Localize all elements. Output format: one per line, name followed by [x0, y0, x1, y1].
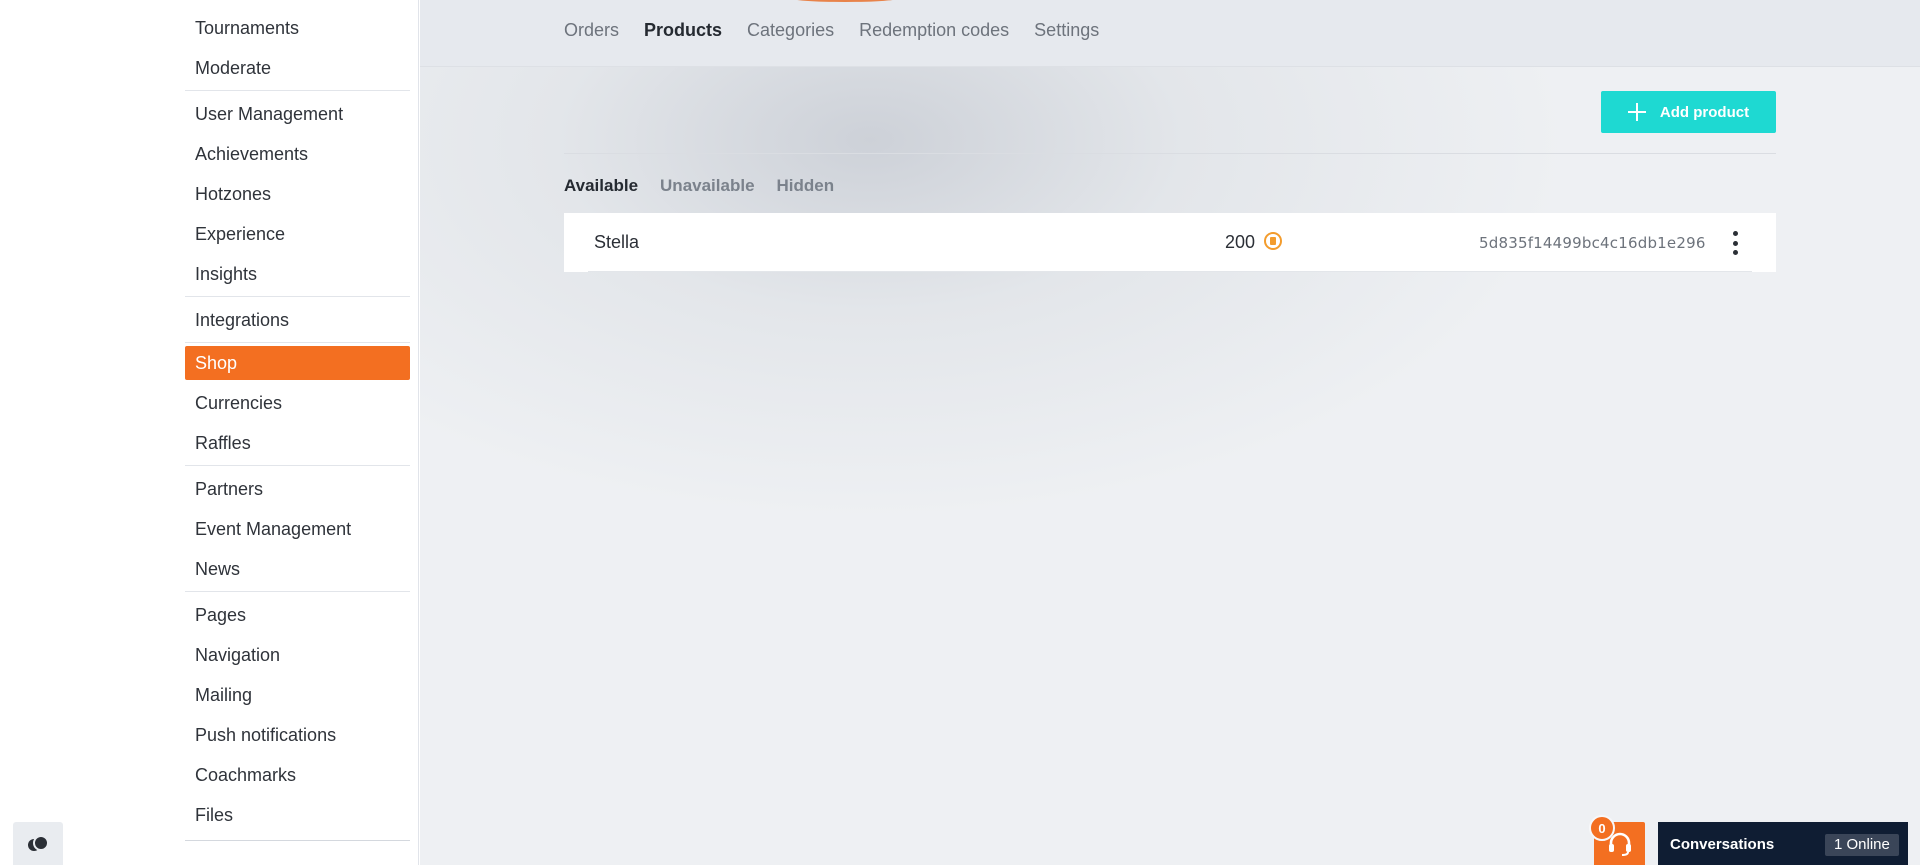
tab-redemption-codes[interactable]: Redemption codes	[859, 20, 1009, 41]
sidebar-item-user-management[interactable]: User Management	[185, 94, 410, 134]
coin-icon	[1264, 232, 1282, 250]
sidebar-item-push-notifications[interactable]: Push notifications	[185, 715, 410, 755]
sidebar-item-tournaments[interactable]: Tournaments	[185, 8, 410, 48]
row-divider	[588, 271, 1752, 272]
sidebar-item-currencies[interactable]: Currencies	[185, 383, 410, 423]
product-name: Stella	[594, 232, 640, 252]
availability-tabs: Available Unavailable Hidden	[564, 176, 834, 196]
tab-settings[interactable]: Settings	[1034, 20, 1099, 41]
sidebar-item-raffles[interactable]: Raffles	[185, 423, 410, 463]
sidebar-separator	[185, 591, 410, 592]
conversations-label: Conversations	[1670, 836, 1775, 853]
product-row[interactable]: Stella 200 5d835f14499bc4c16db1e296	[564, 213, 1776, 272]
add-product-button[interactable]: Add product	[1601, 91, 1776, 133]
sidebar-item-partners[interactable]: Partners	[185, 469, 410, 509]
sidebar-separator	[185, 296, 410, 297]
sidebar-nav: Tournaments Moderate User Management Achiev…	[185, 8, 410, 835]
add-product-label: Add product	[1659, 103, 1750, 121]
plus-icon	[1627, 103, 1646, 121]
tab-categories[interactable]: Categories	[747, 20, 834, 41]
sidebar-separator	[185, 342, 410, 343]
product-price: 200	[1225, 232, 1256, 252]
subtab-hidden[interactable]: Hidden	[777, 176, 835, 196]
subtab-available[interactable]: Available	[564, 176, 638, 196]
sidebar-item-hotzones[interactable]: Hotzones	[185, 174, 410, 214]
theme-toggle-icon	[28, 834, 49, 851]
product-id: 5d835f14499bc4c16db1e296	[1479, 234, 1706, 252]
sidebar-separator	[185, 465, 410, 466]
top-nav-bar: Orders Products Categories Redemption codes…	[420, 0, 1920, 67]
more-vertical-icon[interactable]	[1730, 231, 1740, 255]
sidebar-item-news[interactable]: News	[185, 549, 410, 589]
sidebar: Tournaments Moderate User Management Achiev…	[0, 0, 419, 865]
toolbar-divider	[564, 153, 1776, 154]
sidebar-item-coachmarks[interactable]: Coachmarks	[185, 755, 410, 795]
sidebar-item-mailing[interactable]: Mailing	[185, 675, 410, 715]
online-count-badge: 1 Online	[1825, 834, 1899, 856]
subtab-unavailable[interactable]: Unavailable	[660, 176, 755, 196]
tab-products[interactable]: Products	[644, 20, 722, 41]
sidebar-item-moderate[interactable]: Moderate	[185, 48, 410, 88]
top-accent-decoration	[790, 0, 900, 2]
main-content: Orders Products Categories Redemption codes…	[420, 0, 1920, 865]
theme-toggle-button[interactable]	[13, 822, 63, 865]
sidebar-item-navigation[interactable]: Navigation	[185, 635, 410, 675]
sidebar-separator	[185, 90, 410, 91]
sidebar-item-shop[interactable]: Shop	[185, 346, 410, 380]
sidebar-item-experience[interactable]: Experience	[185, 214, 410, 254]
sidebar-item-insights[interactable]: Insights	[185, 254, 410, 294]
sidebar-divider	[185, 840, 410, 841]
tab-orders[interactable]: Orders	[564, 20, 619, 41]
sidebar-item-pages[interactable]: Pages	[185, 595, 410, 635]
sidebar-item-integrations[interactable]: Integrations	[185, 300, 410, 340]
sidebar-item-files[interactable]: Files	[185, 795, 410, 835]
sidebar-item-event-management[interactable]: Event Management	[185, 509, 410, 549]
support-badge: 0	[1589, 815, 1615, 841]
conversations-bar[interactable]: Conversations 1 Online	[1658, 822, 1908, 865]
sidebar-item-achievements[interactable]: Achievements	[185, 134, 410, 174]
top-tabs: Orders Products Categories Redemption codes…	[564, 20, 1099, 41]
